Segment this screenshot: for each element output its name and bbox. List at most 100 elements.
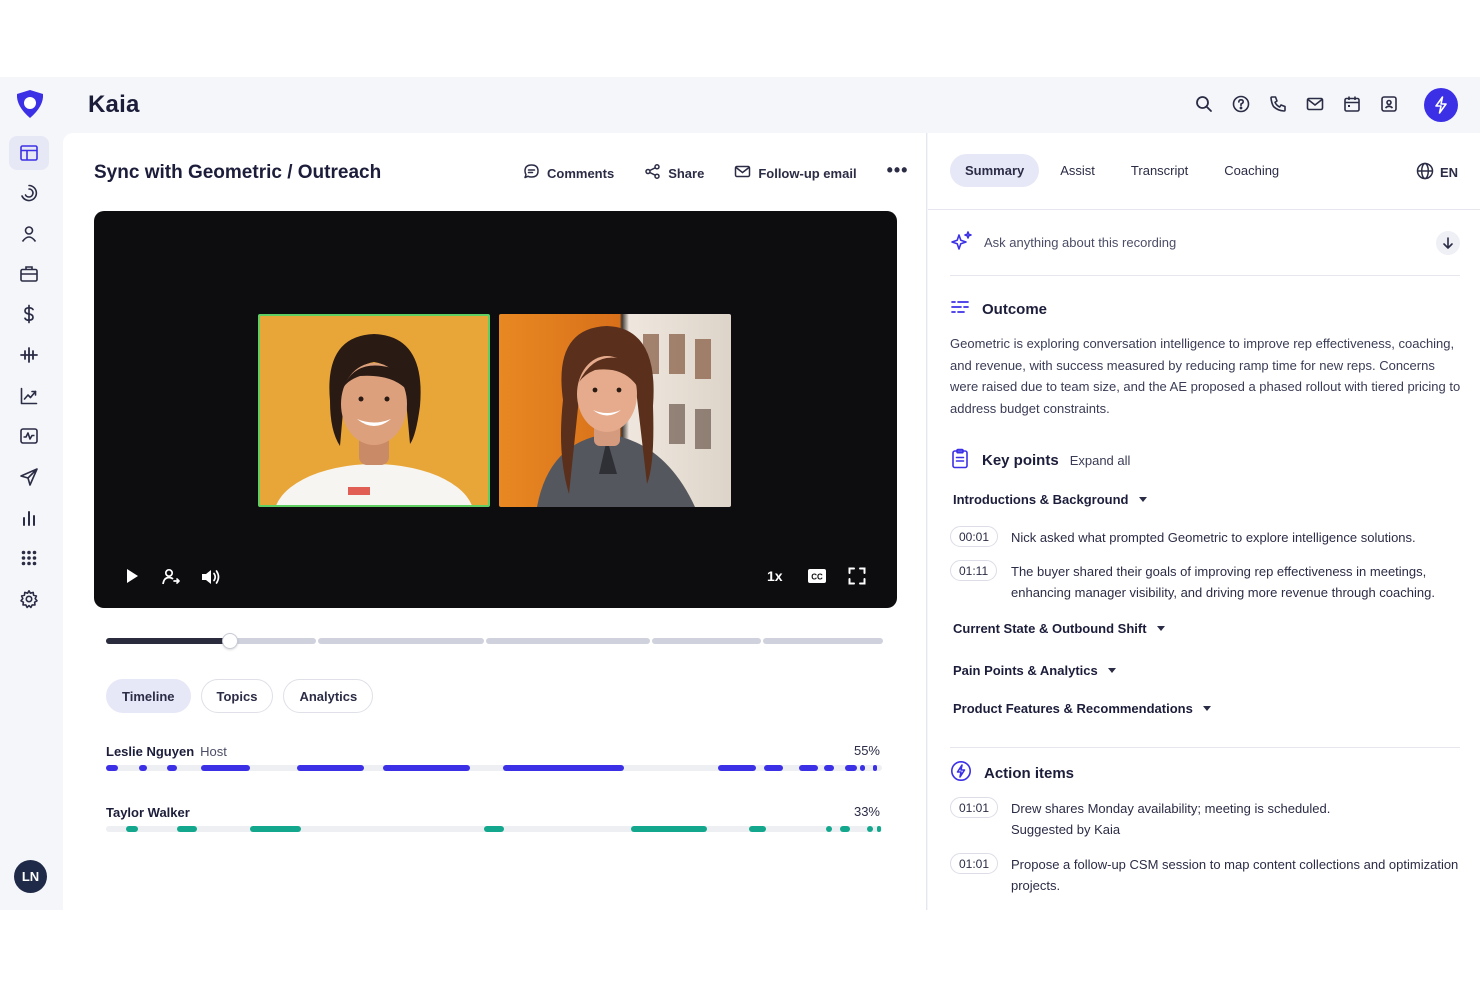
action-item-text: Propose a follow-up CSM session to map c… [1011,857,1459,893]
chapter-segment[interactable] [486,638,650,644]
tab-assist[interactable]: Assist [1045,154,1110,187]
waveform-icon[interactable] [9,338,49,372]
chapter-segment[interactable] [763,638,883,644]
kaia-logo-icon[interactable] [14,89,46,119]
playback-progress-bar[interactable] [106,633,883,649]
settings-icon[interactable] [9,582,49,616]
talk-segment[interactable] [139,765,148,771]
talk-track[interactable] [106,826,882,832]
topic-label: Introductions & Background [953,492,1129,507]
talk-track[interactable] [106,765,882,771]
fullscreen-icon[interactable] [848,567,866,585]
ask-placeholder: Ask anything about this recording [984,235,1177,250]
playback-speed-button[interactable]: 1x [767,568,783,584]
talk-segment[interactable] [718,765,757,771]
video-player[interactable]: 1x CC [94,211,897,608]
talk-segment[interactable] [867,826,873,832]
talk-segment[interactable] [201,765,251,771]
tab-topics[interactable]: Topics [200,679,274,713]
chapter-segment[interactable] [318,638,484,644]
volume-icon[interactable] [200,567,222,587]
trend-up-icon[interactable] [9,379,49,413]
timestamp-chip[interactable]: 01:01 [950,797,999,818]
action-items-heading: Action items [950,760,1074,786]
share-button[interactable]: Share [644,163,704,183]
ask-recording-input[interactable]: Ask anything about this recording [950,230,1460,256]
talk-segment[interactable] [630,826,708,832]
more-options-icon[interactable]: ••• [887,161,909,179]
help-icon[interactable] [1230,93,1252,115]
closed-captions-icon[interactable]: CC [807,567,827,585]
action-item-suggested-by: Suggested by Kaia [1011,822,1121,837]
timestamp-chip[interactable]: 01:11 [950,560,998,581]
talk-segment[interactable] [798,765,819,771]
chapter-segment[interactable] [652,638,761,644]
talk-segment[interactable] [764,765,784,771]
calendar-icon[interactable] [1341,93,1363,115]
dollar-icon[interactable] [9,297,49,331]
follow-up-email-button[interactable]: Follow-up email [734,163,857,183]
talk-segment[interactable] [166,765,178,771]
participant-video-tile [499,314,731,507]
expand-all-button[interactable]: Expand all [1070,453,1131,468]
speaker-focus-icon[interactable] [161,567,181,587]
app-title: Kaia [88,91,140,118]
bar-chart-icon[interactable] [9,501,49,535]
apps-grid-icon[interactable] [9,541,49,575]
layout-icon[interactable] [9,136,49,170]
tab-coaching[interactable]: Coaching [1209,154,1294,187]
topic-product-features[interactable]: Product Features & Recommendations [953,701,1211,716]
talk-percentage: 55% [853,743,880,758]
search-icon[interactable] [1193,93,1215,115]
app-window: Kaia LN Sync with Geometric / Outreach C… [0,77,1480,910]
talk-segment[interactable] [826,826,833,832]
speaker-name: Taylor Walker [106,805,190,820]
talk-segment[interactable] [126,826,138,832]
globe-icon [1416,162,1434,183]
tab-summary[interactable]: Summary [950,154,1040,187]
comments-button[interactable]: Comments [523,163,614,183]
tab-analytics[interactable]: Analytics [283,679,374,713]
tab-timeline[interactable]: Timeline [106,679,191,713]
talk-segment[interactable] [502,765,624,771]
outcome-text: Geometric is exploring conversation inte… [950,336,1461,416]
talk-segment[interactable] [877,826,882,832]
action-item-body: Drew shares Monday availability; meeting… [1011,798,1463,840]
briefcase-icon[interactable] [9,257,49,291]
talk-segment[interactable] [748,826,767,832]
participant-figure [276,334,472,505]
send-icon[interactable] [9,460,49,494]
play-icon[interactable] [124,567,140,585]
activity-icon[interactable] [9,176,49,210]
talk-segment[interactable] [873,765,878,771]
avatar[interactable]: LN [14,860,47,893]
tab-transcript[interactable]: Transcript [1116,154,1203,187]
comment-icon [523,163,540,183]
topic-introductions[interactable]: Introductions & Background [953,492,1147,507]
talk-segment[interactable] [296,765,365,771]
language-selector[interactable]: EN [1416,162,1458,183]
talk-segment[interactable] [176,826,197,832]
phone-icon[interactable] [1267,93,1289,115]
bolt-icon[interactable] [1424,88,1458,122]
user-icon[interactable] [9,217,49,251]
pulse-monitor-icon[interactable] [9,419,49,453]
contact-card-icon[interactable] [1378,93,1400,115]
talk-segment[interactable] [823,765,834,771]
topic-pain-points[interactable]: Pain Points & Analytics [953,663,1116,678]
topic-current-state[interactable]: Current State & Outbound Shift [953,621,1165,636]
progress-knob[interactable] [222,633,238,649]
talk-segment[interactable] [844,765,858,771]
timestamp-chip[interactable]: 01:01 [950,853,999,874]
arrow-down-icon[interactable] [1436,231,1460,255]
talk-segment[interactable] [106,765,118,771]
share-icon [644,163,661,183]
summary-panel: Summary Assist Transcript Coaching EN As… [928,133,1480,910]
talk-segment[interactable] [840,826,851,832]
talk-segment[interactable] [483,826,505,832]
timestamp-chip[interactable]: 00:01 [950,526,999,547]
talk-segment[interactable] [383,765,470,771]
talk-segment[interactable] [860,765,865,771]
talk-segment[interactable] [250,826,301,832]
mail-icon[interactable] [1304,93,1326,115]
